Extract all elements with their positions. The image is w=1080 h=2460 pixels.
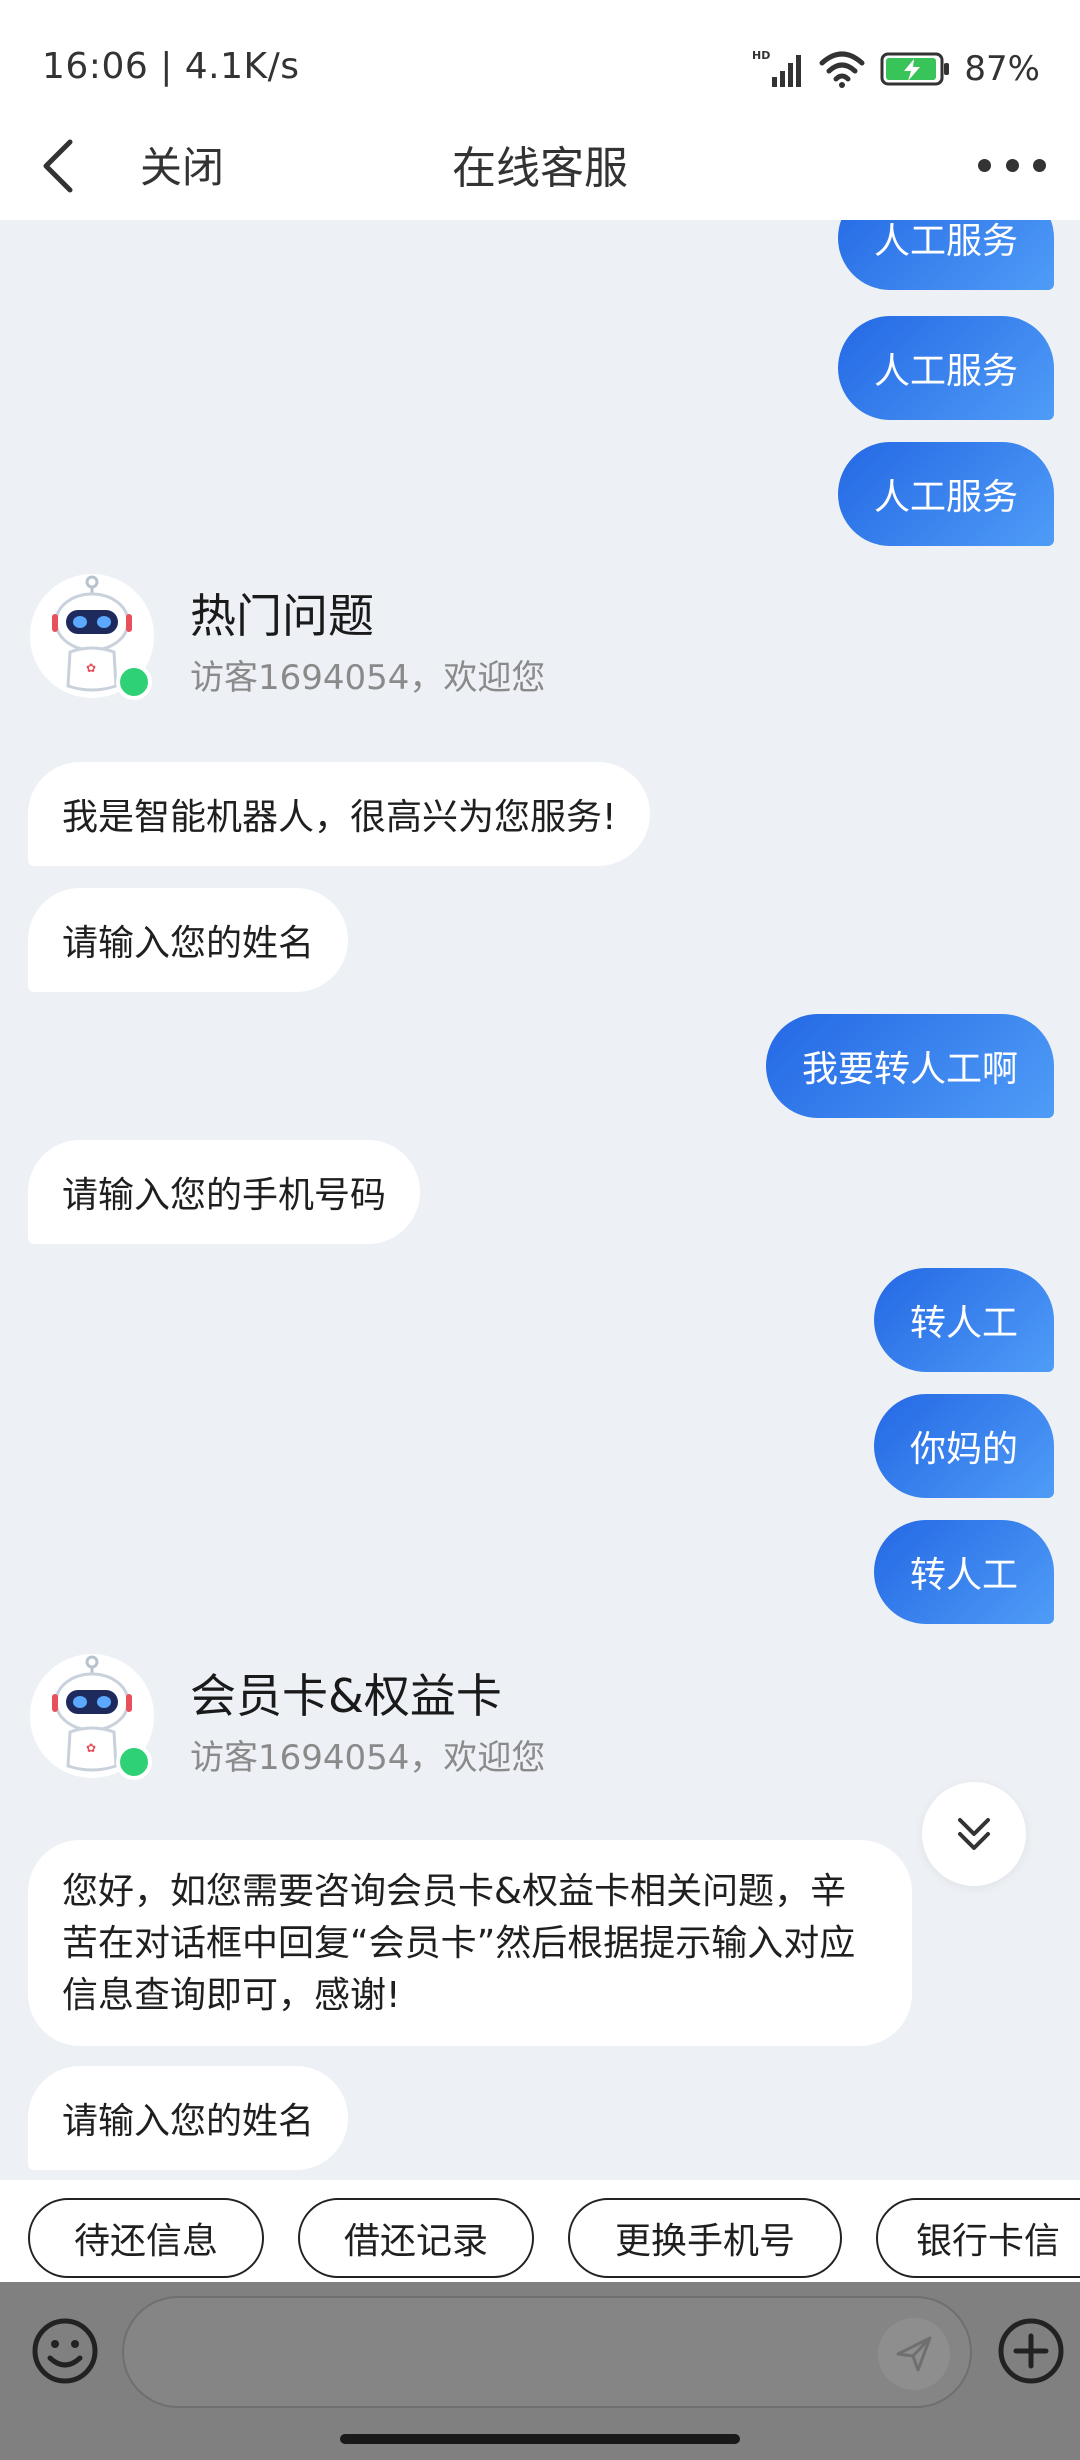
- bot-message: 请输入您的姓名: [28, 2066, 349, 2170]
- plus-icon[interactable]: [996, 2316, 1066, 2386]
- bot-message: 您好，如您需要咨询会员卡&权益卡相关问题，辛苦在对话框中回复“会员卡”然后根据提…: [28, 1840, 912, 2046]
- bot-card: ✿ 会员卡&权益卡 访客1694054，欢迎您: [30, 1654, 730, 1794]
- card-title: 热门问题: [190, 589, 374, 643]
- user-message: 转人工: [873, 1520, 1054, 1624]
- home-indicator[interactable]: [340, 2434, 740, 2444]
- status-bar: 16:06 | 4.1K/s HD 87%: [0, 0, 1080, 140]
- quick-reply-chip[interactable]: 银行卡信: [876, 2198, 1080, 2278]
- card-subtitle: 访客1694054，欢迎您: [190, 658, 546, 698]
- bot-message: 请输入您的姓名: [28, 888, 349, 992]
- svg-text:✿: ✿: [86, 661, 96, 675]
- svg-text:✿: ✿: [86, 1741, 96, 1755]
- input-bar: [0, 2282, 1080, 2460]
- quick-replies: 待还信息 借还记录 更换手机号 银行卡信: [0, 2180, 1080, 2282]
- bot-card: ✿ 热门问题 访客1694054，欢迎您: [30, 574, 730, 714]
- wifi-icon: [819, 51, 865, 88]
- top-bar: 16:06 | 4.1K/s HD 87% 关闭 在线客服: [0, 0, 1080, 220]
- card-title: 会员卡&权益卡: [190, 1669, 502, 1723]
- page-title: 在线客服: [452, 143, 628, 194]
- quick-reply-chip[interactable]: 更换手机号: [568, 2198, 842, 2278]
- quick-reply-chip[interactable]: 借还记录: [298, 2198, 534, 2278]
- chat-area[interactable]: 人工服务 人工服务 人工服务 ✿ 热门问题 访客1694054，欢迎您 我是智能…: [0, 220, 1080, 2180]
- quick-reply-chip[interactable]: 待还信息: [28, 2198, 264, 2278]
- send-icon: [896, 2336, 932, 2372]
- battery-percent: 87%: [964, 49, 1040, 89]
- more-dot-icon: [1033, 158, 1046, 172]
- emoji-icon[interactable]: [30, 2316, 100, 2386]
- online-status-dot: [116, 1744, 152, 1780]
- user-message: 人工服务: [837, 316, 1054, 420]
- card-subtitle: 访客1694054，欢迎您: [190, 1738, 546, 1778]
- bot-message: 请输入您的手机号码: [28, 1140, 421, 1244]
- more-button[interactable]: [972, 130, 1052, 200]
- send-button[interactable]: [878, 2318, 950, 2390]
- double-chevron-down-icon: [958, 1818, 990, 1850]
- online-status-dot: [116, 664, 152, 700]
- status-time: 16:06 | 4.1K/s: [42, 46, 300, 87]
- user-message: 人工服务: [837, 442, 1054, 546]
- user-message: 你妈的: [873, 1394, 1054, 1498]
- scroll-to-bottom-button[interactable]: [922, 1782, 1026, 1886]
- more-dot-icon: [978, 158, 991, 172]
- header: 关闭 在线客服: [0, 120, 1080, 220]
- user-message: 人工服务: [837, 220, 1054, 290]
- signal-icon: HD: [752, 49, 802, 87]
- user-message: 转人工: [873, 1268, 1054, 1372]
- user-message: 我要转人工啊: [765, 1014, 1054, 1118]
- status-icons: HD 87%: [752, 44, 1040, 94]
- svg-text:HD: HD: [752, 49, 770, 62]
- message-input[interactable]: [122, 2296, 972, 2408]
- bot-message: 我是智能机器人，很高兴为您服务!: [28, 762, 651, 866]
- battery-icon: [880, 52, 950, 86]
- more-dot-icon: [1005, 158, 1019, 172]
